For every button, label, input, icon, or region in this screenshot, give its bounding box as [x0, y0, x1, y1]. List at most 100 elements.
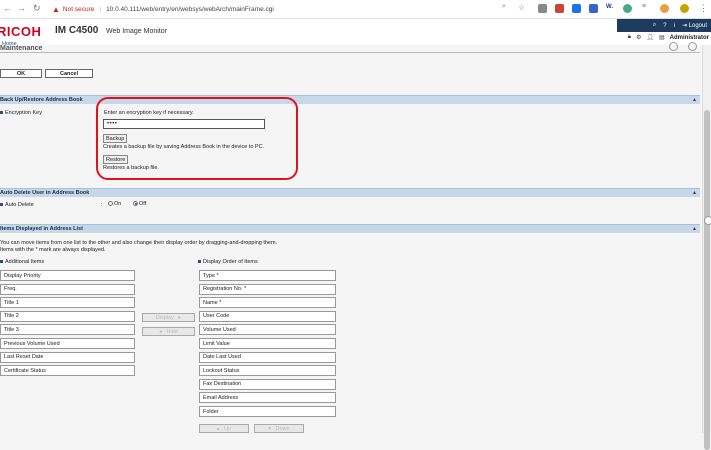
- extension-icon[interactable]: [572, 4, 581, 13]
- bullet-icon: [0, 111, 3, 115]
- section-title: Items Displayed in Address List: [0, 226, 83, 232]
- model-name: IM C4500: [55, 25, 99, 36]
- display-list-item[interactable]: Name *: [199, 297, 336, 309]
- display-list-item[interactable]: Email Address: [199, 392, 336, 404]
- back-icon[interactable]: ←: [3, 3, 12, 13]
- profile-avatar-icon[interactable]: [660, 4, 669, 13]
- reload-icon[interactable]: ↻: [33, 3, 41, 14]
- logout-link[interactable]: ⇥ Logout: [682, 22, 707, 29]
- display-order-label: Display Order of Items: [198, 259, 258, 265]
- auto-delete-label: Auto Delete: [0, 202, 34, 208]
- additional-list-item[interactable]: Title 2: [0, 310, 135, 322]
- title-divider: [0, 52, 700, 53]
- section-auto-delete[interactable]: Auto Delete User in Address Book ▲: [0, 188, 700, 197]
- refresh-icon[interactable]: [669, 42, 678, 51]
- display-list-item[interactable]: Volume Used: [199, 324, 336, 336]
- ok-button[interactable]: OK: [0, 69, 42, 78]
- security-label: Not secure: [62, 6, 95, 13]
- items-description-2: Items with the * mark are always display…: [0, 247, 106, 253]
- logout-label: Logout: [688, 23, 707, 29]
- additional-list-item[interactable]: Previous Volume Used: [0, 338, 135, 349]
- additional-items-label-text: Additional Items: [5, 259, 45, 265]
- display-button[interactable]: Display ▸: [142, 313, 195, 322]
- display-button-label: Display: [155, 314, 174, 321]
- additional-items-label: Additional Items: [0, 259, 44, 265]
- zoom-icon[interactable]: ⌕: [502, 3, 506, 11]
- settings-icon[interactable]: ⚙︎: [636, 34, 641, 41]
- help-icon[interactable]: ?: [663, 23, 666, 29]
- display-list-item[interactable]: Date Last Used: [199, 351, 336, 363]
- user-area: 🔒︎ ⚙︎ 👤︎ ▤ Administrator: [628, 32, 709, 43]
- display-list-item[interactable]: Limit Value: [199, 338, 336, 349]
- up-button-label: Up: [224, 425, 232, 432]
- collapse-icon[interactable]: ▲: [692, 190, 697, 196]
- scrollbar[interactable]: [702, 45, 711, 450]
- section-title: Auto Delete User in Address Book: [0, 190, 90, 196]
- extension-icon[interactable]: W.: [606, 4, 615, 13]
- menu-icon[interactable]: ⋮: [699, 3, 708, 14]
- highlight-annotation: [96, 97, 298, 180]
- encryption-key-label: Encryption Key: [0, 110, 42, 116]
- auto-delete-off-radio[interactable]: Off: [133, 201, 146, 207]
- additional-list-item[interactable]: Title 3: [0, 324, 135, 336]
- additional-list-item[interactable]: Certificate Status: [0, 365, 135, 377]
- down-button-label: Down: [275, 425, 290, 432]
- collapse-icon[interactable]: ▲: [692, 226, 697, 232]
- additional-list-item[interactable]: Display Priority: [0, 270, 135, 281]
- search-icon[interactable]: ⌕: [653, 22, 656, 29]
- forward-icon[interactable]: →: [17, 3, 26, 13]
- side-panel-toggle[interactable]: [704, 216, 711, 225]
- additional-list-item[interactable]: Last Reset Date: [0, 351, 135, 363]
- additional-list-item[interactable]: Freq.: [0, 283, 135, 295]
- extension-icon[interactable]: [538, 4, 547, 13]
- lock-icon: 🔒︎: [627, 34, 631, 40]
- url-separator: |: [99, 6, 102, 13]
- field-separator: :: [101, 202, 103, 208]
- warning-icon: ▲: [52, 5, 60, 14]
- bookmark-star-icon[interactable]: ☆: [518, 3, 525, 12]
- reading-list-icon[interactable]: ≡: [642, 3, 646, 10]
- cancel-button[interactable]: Cancel: [45, 69, 93, 78]
- scrollbar-thumb[interactable]: [704, 110, 710, 450]
- header-toolbar: ⌕ ? i ⇥ Logout: [617, 19, 711, 32]
- items-description-1: You can move items from one list to the …: [0, 240, 278, 246]
- on-label: On: [114, 201, 122, 207]
- extension-icon[interactable]: [589, 4, 598, 13]
- auto-delete-on-radio[interactable]: On: [108, 201, 121, 207]
- profile-avatar-icon[interactable]: [680, 4, 689, 13]
- user-name: Administrator: [669, 34, 709, 41]
- ricoh-logo: RICOH: [0, 24, 42, 39]
- down-button[interactable]: ▾ Down: [254, 424, 304, 433]
- display-list-item[interactable]: Fax Destination: [199, 378, 336, 390]
- display-order-label-text: Display Order of Items: [203, 259, 258, 265]
- bullet-icon: [0, 203, 3, 207]
- radio-selected-icon[interactable]: [133, 201, 138, 207]
- radio-icon[interactable]: [108, 201, 113, 207]
- additional-list-item[interactable]: Title 1: [0, 297, 135, 309]
- url-text: 10.0.40.111/web/entry/en/websys/webArch/…: [106, 6, 274, 13]
- bullet-icon: [0, 260, 3, 264]
- display-list-item[interactable]: Registration No. *: [199, 283, 336, 295]
- bullet-icon: [198, 260, 201, 264]
- display-list-item[interactable]: User Code: [199, 310, 336, 322]
- extension-icon[interactable]: [555, 4, 564, 13]
- auto-delete-label-text: Auto Delete: [5, 202, 34, 208]
- collapse-icon[interactable]: ▲: [692, 97, 697, 103]
- hide-button[interactable]: ◂ Hide: [142, 327, 195, 336]
- browser-toolbar: ← → ↻ ▲ Not secure | 10.0.40.111/web/ent…: [0, 0, 711, 19]
- display-list-item[interactable]: Type *: [199, 270, 336, 281]
- up-button[interactable]: ▴ Up: [199, 424, 249, 433]
- off-label: Off: [139, 201, 147, 207]
- section-items-displayed[interactable]: Items Displayed in Address List ▲: [0, 224, 700, 233]
- user-icon: 👤︎: [646, 35, 654, 41]
- app-header: RICOH IM C4500 Web Image Monitor ⌕ ? i ⇥…: [0, 19, 711, 45]
- extension-icon[interactable]: [623, 4, 632, 13]
- page-title: Maintenance: [0, 45, 43, 52]
- info-icon[interactable]: i: [674, 23, 675, 29]
- help-circle-icon[interactable]: [688, 42, 697, 51]
- display-list-item[interactable]: Lockout Status: [199, 365, 336, 377]
- address-bar[interactable]: ▲ Not secure | 10.0.40.111/web/entry/en/…: [52, 3, 492, 16]
- section-title: Back Up/Restore Address Book: [0, 97, 83, 103]
- list-icon[interactable]: ▤: [659, 34, 665, 41]
- display-list-item[interactable]: Folder: [199, 406, 336, 417]
